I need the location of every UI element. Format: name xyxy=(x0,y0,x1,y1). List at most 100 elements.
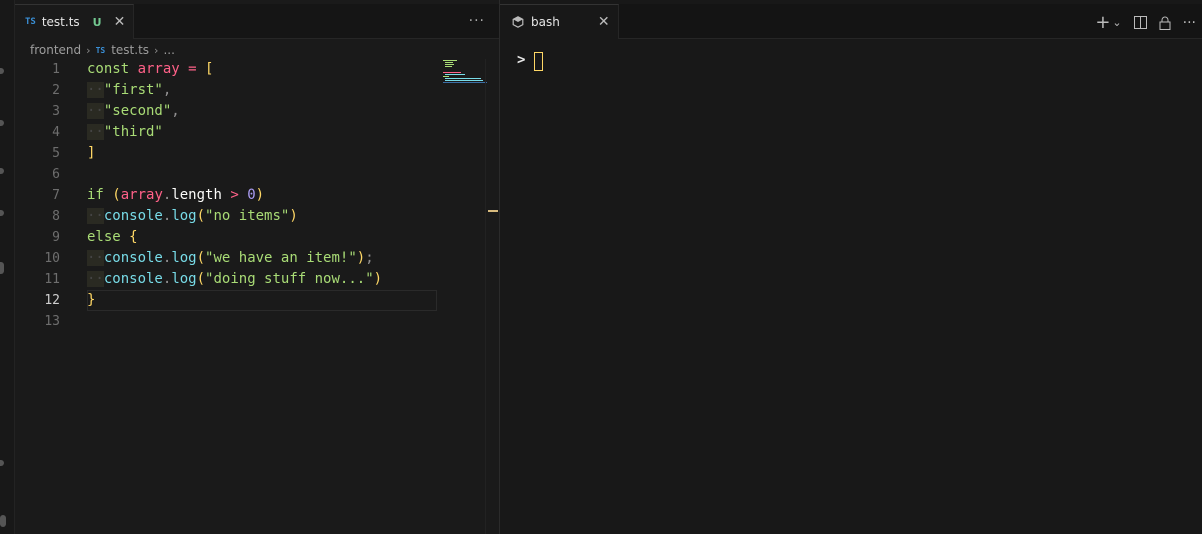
code-line[interactable]: 2 ··"first", xyxy=(15,80,485,101)
code-token: "doing stuff now..." xyxy=(205,271,374,287)
line-content: const array = [ xyxy=(87,59,213,80)
line-content: ] xyxy=(87,143,95,164)
editor-pane: TS test.ts U ✕ ··· frontend › TS test.ts… xyxy=(15,0,499,534)
lock-icon[interactable] xyxy=(1159,16,1171,30)
code-token: ] xyxy=(87,145,96,161)
close-icon[interactable]: ✕ xyxy=(114,14,126,30)
indent-guide: ·· xyxy=(87,271,104,287)
activity-item[interactable] xyxy=(0,120,4,126)
breadcrumb-folder[interactable]: frontend xyxy=(30,43,81,57)
code-token: , xyxy=(171,103,180,119)
code-token: log xyxy=(171,271,197,287)
terminal-pane: bash ✕ + ⌄ ··· > xyxy=(500,0,1202,534)
untracked-badge: U xyxy=(92,15,102,29)
code-token: length xyxy=(171,187,231,203)
code-token: array xyxy=(120,187,163,203)
code-token: [ xyxy=(205,61,214,77)
add-terminal-icon[interactable]: + xyxy=(1095,12,1110,33)
code-line[interactable]: 4 ··"third" xyxy=(15,122,485,143)
code-line[interactable]: 12} xyxy=(15,290,485,311)
line-number: 7 xyxy=(52,188,60,203)
code-line[interactable]: 7 if (array.length > 0) xyxy=(15,185,485,206)
code-token: ( xyxy=(196,250,206,266)
more-actions-icon[interactable]: ··· xyxy=(469,13,485,29)
line-number: 12 xyxy=(44,293,60,308)
code-token: ( xyxy=(196,271,206,287)
line-content: ··console.log("no items") xyxy=(87,206,298,227)
line-content: ··console.log("we have an item!"); xyxy=(87,248,374,269)
activity-item[interactable] xyxy=(0,168,4,174)
activity-item[interactable] xyxy=(0,262,4,274)
line-number: 1 xyxy=(52,62,60,77)
code-line[interactable]: 5] xyxy=(15,143,485,164)
code-token: ) xyxy=(356,250,366,266)
account-icon[interactable] xyxy=(0,515,6,527)
code-line[interactable]: 1 const array = [ xyxy=(15,59,485,80)
breadcrumb: frontend › TS test.ts › ... xyxy=(30,42,175,58)
line-number: 8 xyxy=(52,209,60,224)
code-editor[interactable]: 1 const array = [2 ··"first", 3 ··"second", 4… xyxy=(15,59,485,332)
code-line[interactable]: 11 ··console.log("doing stuff now...") xyxy=(15,269,485,290)
indent-guide: ·· xyxy=(87,208,104,224)
line-content: if (array.length > 0) xyxy=(87,185,264,206)
typescript-icon: TS xyxy=(25,17,36,27)
line-number: 13 xyxy=(44,314,60,329)
code-token: "third" xyxy=(103,124,163,140)
line-content: ··console.log("doing stuff now...") xyxy=(87,269,382,290)
breadcrumb-file[interactable]: test.ts xyxy=(111,43,149,57)
code-line[interactable]: 6 xyxy=(15,164,485,185)
code-line[interactable]: 9 else { xyxy=(15,227,485,248)
line-content: ··"first", xyxy=(87,80,171,101)
code-token: = xyxy=(179,61,206,77)
tab-bash[interactable]: bash ✕ xyxy=(500,4,619,39)
indent-guide: ·· xyxy=(87,250,104,266)
more-actions-icon[interactable]: ··· xyxy=(1183,15,1196,31)
code-token: const xyxy=(87,61,138,77)
code-token: array xyxy=(137,61,180,77)
activity-item[interactable] xyxy=(0,460,4,466)
line-number: 3 xyxy=(52,104,60,119)
code-token: { xyxy=(129,229,138,245)
editor-scrollbar[interactable] xyxy=(485,59,500,534)
code-token: console xyxy=(103,271,163,287)
terminal-tabbar: bash ✕ + ⌄ ··· xyxy=(500,4,1202,39)
line-number: 5 xyxy=(52,146,60,161)
shell-prompt: > xyxy=(517,52,526,68)
terminal-icon xyxy=(512,16,524,28)
activity-bar xyxy=(0,0,15,534)
code-token: "first" xyxy=(103,82,163,98)
code-token: if xyxy=(87,187,113,203)
code-token: ( xyxy=(196,208,206,224)
tab-test-ts[interactable]: TS test.ts U ✕ xyxy=(15,4,134,39)
code-line[interactable]: 10 ··console.log("we have an item!"); xyxy=(15,248,485,269)
terminal-cursor[interactable] xyxy=(534,52,543,71)
indent-guide: ·· xyxy=(87,82,104,98)
code-token: ) xyxy=(289,208,298,224)
activity-item[interactable] xyxy=(0,68,4,74)
code-token: > xyxy=(230,187,239,203)
code-token: "we have an item!" xyxy=(205,250,357,266)
code-token: , xyxy=(162,82,172,98)
activity-item[interactable] xyxy=(0,210,4,216)
code-line[interactable]: 13 xyxy=(15,311,485,332)
editor-tabbar: TS test.ts U ✕ ··· xyxy=(15,4,499,39)
indent-guide: ·· xyxy=(87,103,104,119)
code-line[interactable]: 3 ··"second", xyxy=(15,101,485,122)
code-token: log xyxy=(171,208,197,224)
code-line[interactable]: 8 ··console.log("no items") xyxy=(15,206,485,227)
chevron-down-icon[interactable]: ⌄ xyxy=(1112,16,1121,29)
close-icon[interactable]: ✕ xyxy=(598,14,610,30)
code-token: 0 xyxy=(238,187,256,203)
minimap[interactable] xyxy=(443,60,487,86)
line-content: } xyxy=(87,290,95,311)
line-number: 11 xyxy=(44,272,60,287)
line-content: else { xyxy=(87,227,138,248)
terminal-actions: + ⌄ ··· xyxy=(1095,12,1196,33)
tab-label: bash xyxy=(531,15,560,29)
split-editor-icon[interactable] xyxy=(1133,16,1147,29)
breadcrumb-symbols[interactable]: ... xyxy=(163,43,174,57)
code-token: ) xyxy=(255,187,265,203)
code-token: ( xyxy=(112,187,121,203)
line-number: 10 xyxy=(44,251,60,266)
typescript-icon: TS xyxy=(95,45,106,55)
